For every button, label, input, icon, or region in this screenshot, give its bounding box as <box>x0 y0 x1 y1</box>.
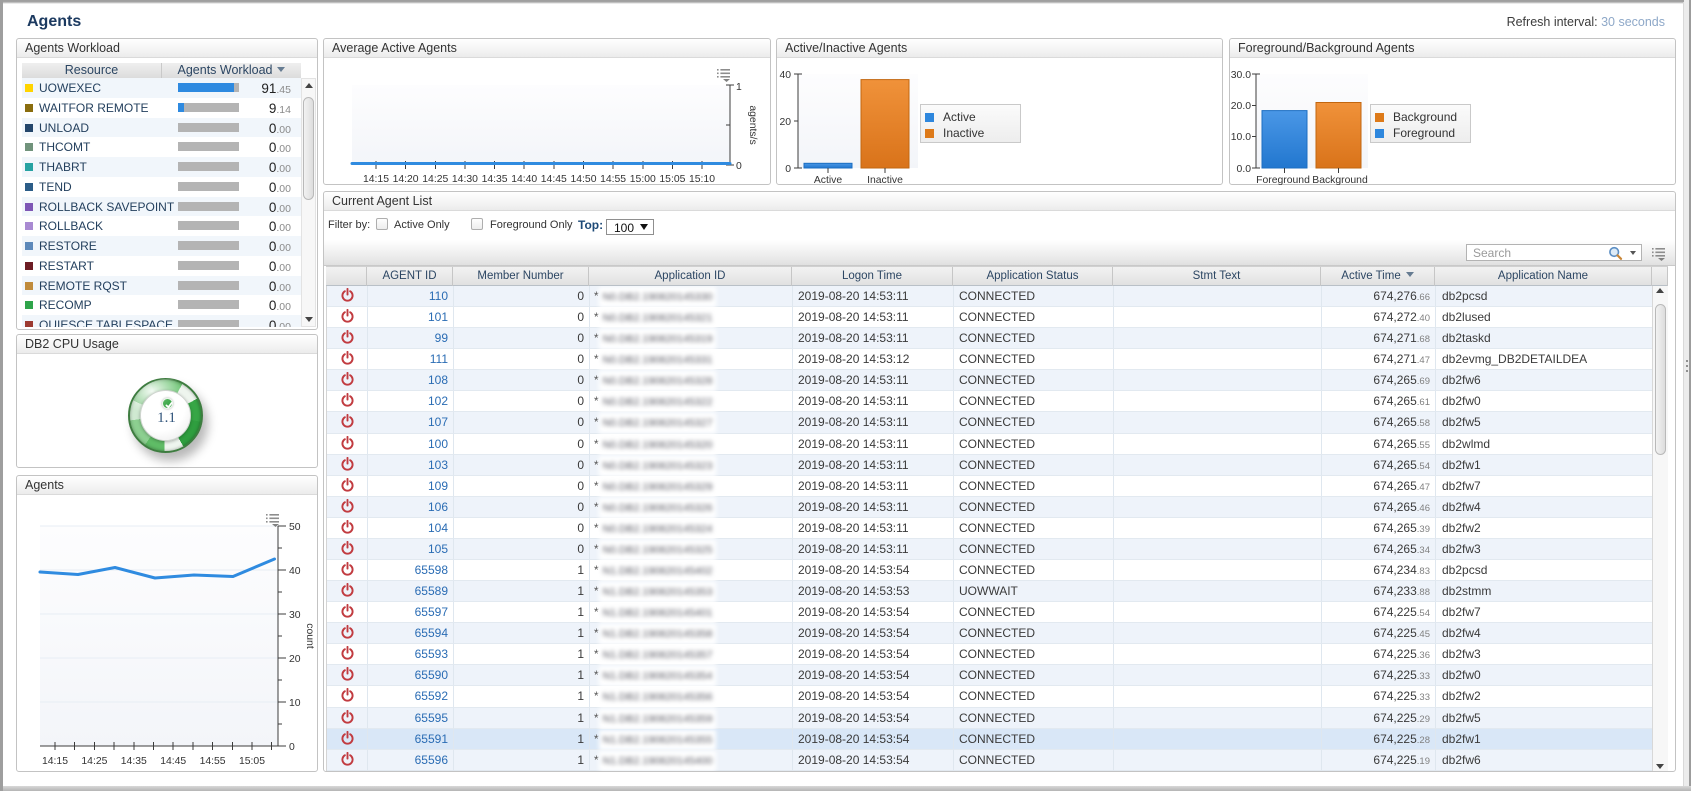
svg-text:30: 30 <box>289 610 301 621</box>
svg-text:15:00: 15:00 <box>630 174 656 185</box>
svg-text:14:25: 14:25 <box>81 756 107 767</box>
svg-text:0: 0 <box>736 161 742 172</box>
svg-text:1: 1 <box>736 82 742 93</box>
svg-text:30.0: 30.0 <box>1231 70 1251 81</box>
svg-text:0: 0 <box>289 742 295 753</box>
svg-text:14:30: 14:30 <box>452 174 478 185</box>
svg-text:20: 20 <box>289 654 301 665</box>
svg-text:0.0: 0.0 <box>1237 164 1252 175</box>
svg-text:20.0: 20.0 <box>1231 101 1251 112</box>
svg-text:14:40: 14:40 <box>511 174 537 185</box>
svg-text:Background: Background <box>1312 175 1368 186</box>
svg-text:14:45: 14:45 <box>541 174 567 185</box>
svg-text:14:35: 14:35 <box>121 756 147 767</box>
svg-text:14:45: 14:45 <box>160 756 186 767</box>
svg-text:14:55: 14:55 <box>200 756 226 767</box>
svg-text:40: 40 <box>289 566 301 577</box>
svg-text:Foreground: Foreground <box>1256 175 1310 186</box>
svg-text:14:15: 14:15 <box>363 174 389 185</box>
svg-text:Active: Active <box>814 175 843 186</box>
svg-text:14:55: 14:55 <box>600 174 626 185</box>
svg-text:14:35: 14:35 <box>482 174 508 185</box>
svg-text:14:50: 14:50 <box>570 174 596 185</box>
svg-text:0: 0 <box>785 164 791 175</box>
svg-text:15:05: 15:05 <box>239 756 265 767</box>
svg-text:Inactive: Inactive <box>867 175 903 186</box>
svg-text:20: 20 <box>779 117 791 128</box>
svg-text:10.0: 10.0 <box>1231 132 1251 143</box>
svg-text:40: 40 <box>779 70 791 81</box>
svg-text:count: count <box>304 623 315 649</box>
svg-text:14:25: 14:25 <box>422 174 448 185</box>
svg-text:15:10: 15:10 <box>689 174 715 185</box>
svg-text:10: 10 <box>289 698 301 709</box>
svg-text:50: 50 <box>289 522 301 533</box>
svg-text:agents/s: agents/s <box>747 105 758 144</box>
svg-text:14:20: 14:20 <box>393 174 419 185</box>
svg-text:14:15: 14:15 <box>42 756 68 767</box>
svg-text:15:05: 15:05 <box>659 174 685 185</box>
